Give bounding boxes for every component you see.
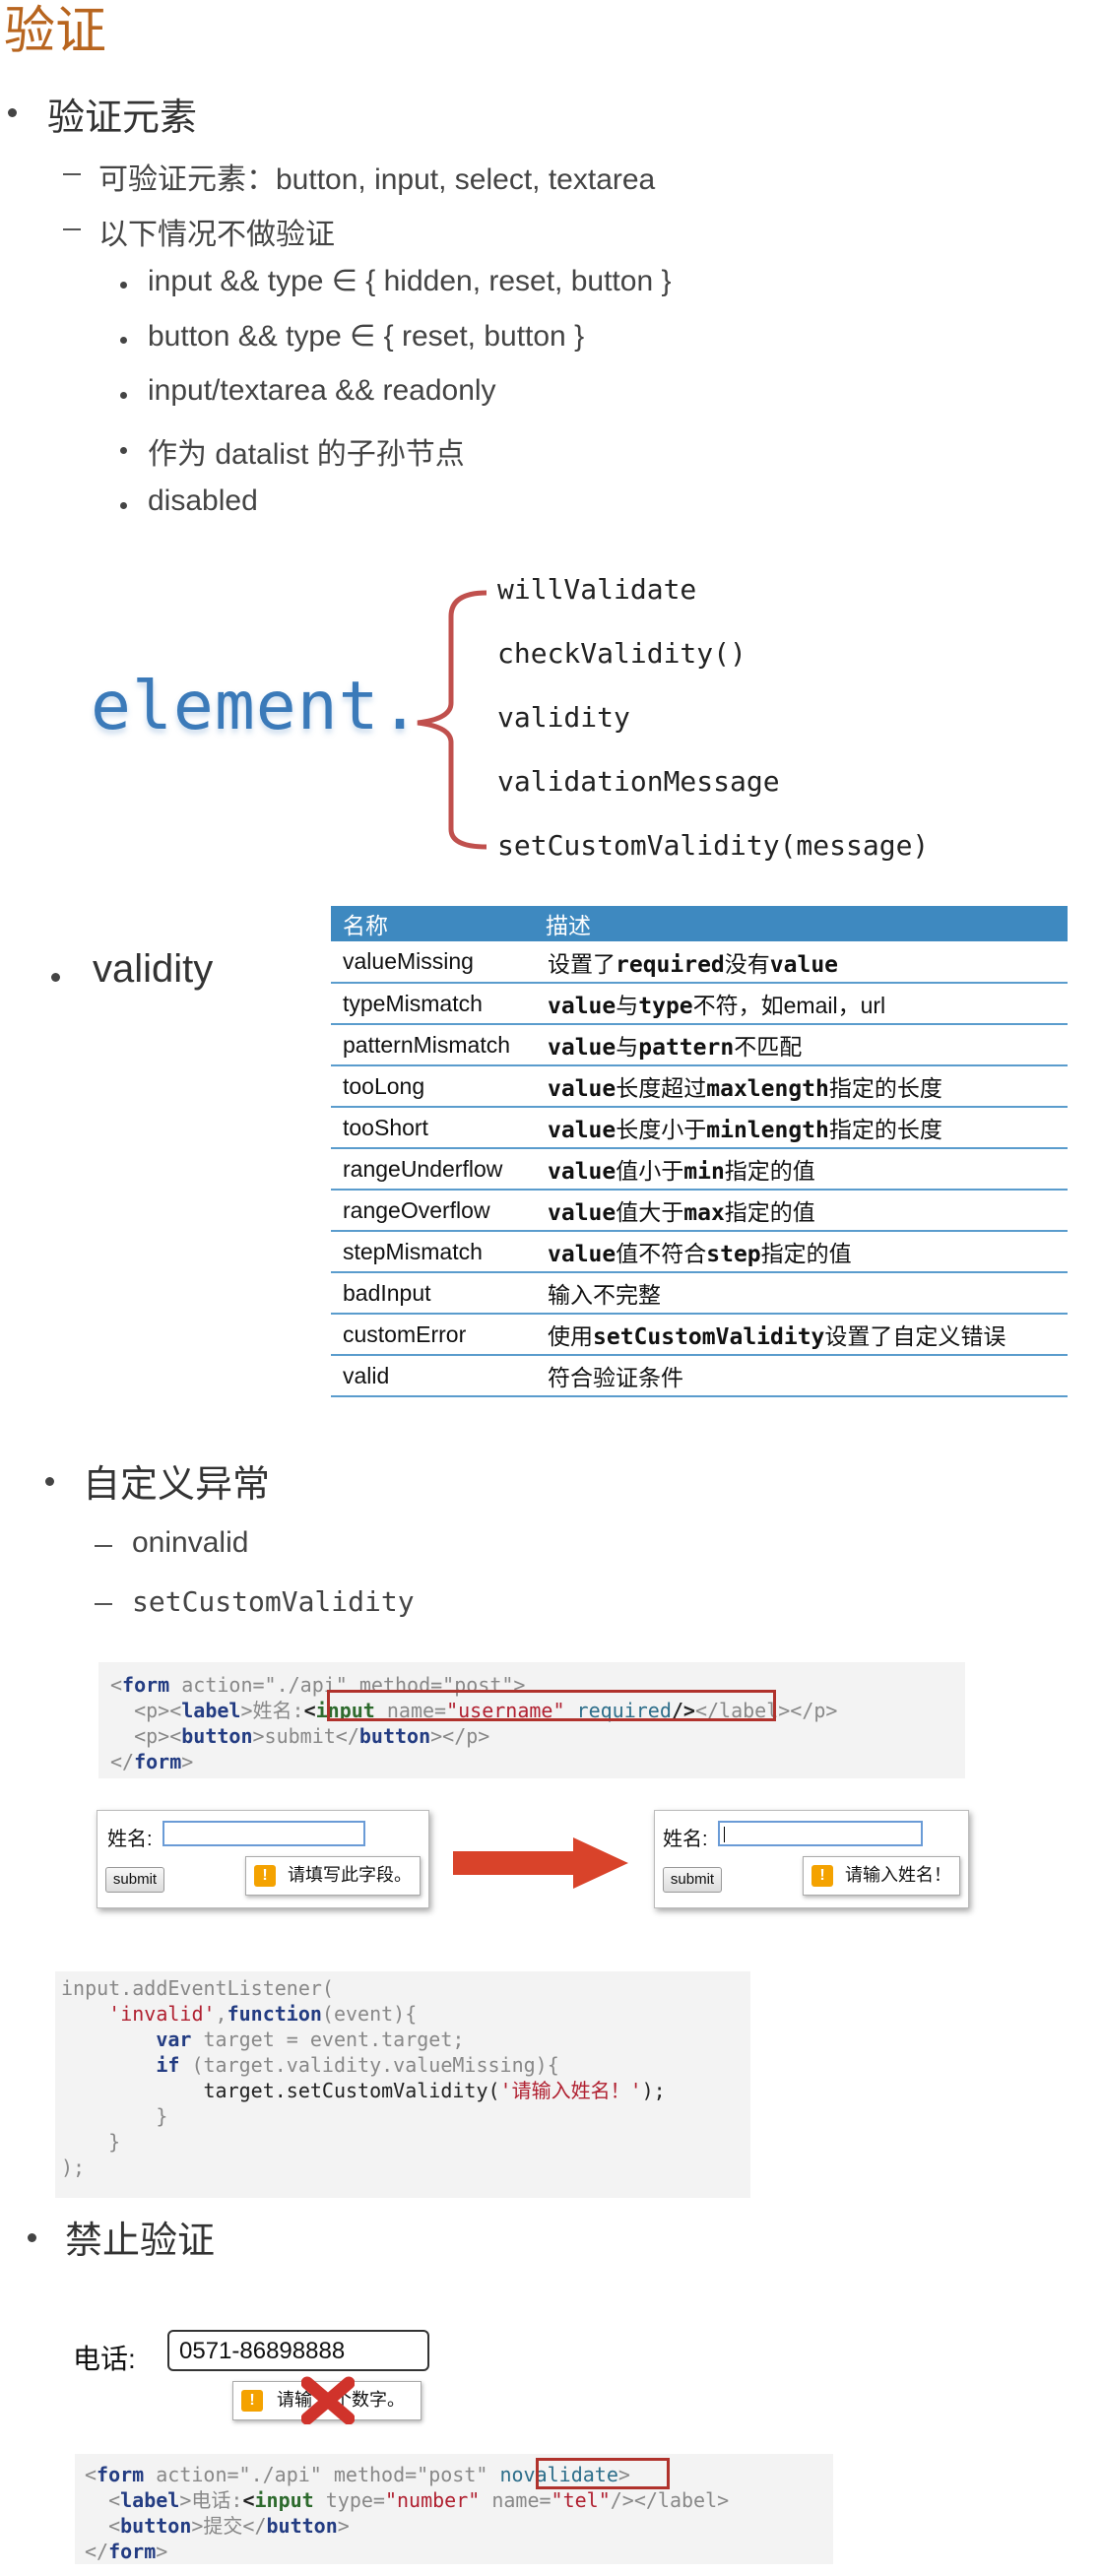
code-block-listener: input.addEventListener( 'invalid',functi… [55, 1971, 750, 2198]
warning-icon: ! [241, 2390, 263, 2412]
bullet [120, 502, 127, 509]
arrow-right-icon [453, 1837, 628, 1889]
brace-icon [417, 590, 487, 850]
column-header-description: 描述 [534, 906, 1068, 941]
list-item: oninvalid [132, 1526, 249, 1559]
code-block-novalidate: <form action="./api" method="post" noval… [75, 2454, 833, 2564]
validity-name-cell: tooShort [331, 1107, 534, 1149]
tooltip-text: 请输入姓名！ [845, 1865, 951, 1885]
element-prefix: element. [91, 668, 422, 745]
table-row: patternMismatch value与pattern不匹配 [331, 1024, 1068, 1066]
member-validation-message: validationMessage [497, 765, 780, 798]
bullet [120, 392, 127, 399]
table-row: customError 使用setCustomValidity设置了自定义错误 [331, 1314, 1068, 1356]
name-label: 姓名: [663, 1829, 708, 1850]
member-will-validate: willValidate [497, 573, 697, 606]
sub-list-item: input && type ∈ { hidden, reset, button … [148, 265, 672, 297]
tooltip-text: 请填写此字段。 [288, 1865, 412, 1885]
validity-description-cell: value长度小于minlength指定的长度 [534, 1107, 1068, 1149]
submit-button[interactable]: submit [105, 1867, 164, 1893]
validity-name-cell: rangeOverflow [331, 1190, 534, 1232]
table-row: valid 符合验证条件 [331, 1355, 1068, 1397]
validity-table: 名称 描述 valueMissing 设置了required没有value type… [331, 906, 1068, 1397]
validity-name-cell: patternMismatch [331, 1024, 534, 1066]
validity-description-cell: value长度超过maxlength指定的长度 [534, 1065, 1068, 1108]
section-heading-disable-validation: 禁止验证 [65, 2221, 216, 2262]
table-row: valueMissing 设置了required没有value [331, 941, 1068, 984]
name-label: 姓名: [107, 1829, 153, 1850]
validity-description-cell: value值小于min指定的值 [534, 1148, 1068, 1191]
validity-description-cell: 使用setCustomValidity设置了自定义错误 [534, 1314, 1068, 1356]
validity-description-cell: 输入不完整 [534, 1272, 1068, 1315]
validity-name-cell: tooLong [331, 1065, 534, 1108]
validation-tooltip: ! 请填写此字段。 [245, 1856, 421, 1896]
bullet [45, 1477, 54, 1486]
table-row: stepMismatch value值不符合step指定的值 [331, 1231, 1068, 1273]
section-heading-validation-elements: 验证元素 [47, 97, 198, 139]
bullet [120, 282, 127, 289]
table-row: rangeUnderflow value值小于min指定的值 [331, 1148, 1068, 1191]
sub-list-item: button && type ∈ { reset, button } [148, 320, 585, 353]
validity-name-cell: typeMismatch [331, 983, 534, 1025]
phone-input[interactable]: 0571-86898888 [167, 2330, 429, 2371]
sub-list-item: 作为 datalist 的子孙节点 [148, 438, 465, 471]
phone-label: 电话: [73, 2344, 136, 2374]
table-row: typeMismatch value与type不符，如email，url [331, 983, 1068, 1025]
warning-icon: ! [254, 1865, 276, 1887]
dash [63, 173, 81, 175]
validity-label: validity [93, 947, 214, 991]
bullet [51, 973, 60, 982]
validity-description-cell: value值不符合step指定的值 [534, 1231, 1068, 1273]
element-api-diagram: element. willValidate checkValidity() va… [39, 530, 995, 869]
table-header-row: 名称 描述 [331, 906, 1068, 941]
sub-list-item: disabled [148, 484, 258, 517]
validity-name-cell: customError [331, 1314, 534, 1356]
validity-name-cell: rangeUnderflow [331, 1148, 534, 1191]
validity-description-cell: value与type不符，如email，url [534, 983, 1068, 1025]
dash [63, 228, 81, 230]
list-item: setCustomValidity [132, 1585, 415, 1618]
browser-demo-before: 姓名: submit ! 请填写此字段。 [97, 1810, 429, 1908]
highlight-frame [536, 2458, 670, 2489]
sub-list-item: input/textarea && readonly [148, 374, 496, 407]
column-header-name: 名称 [331, 906, 534, 941]
validity-name-cell: valueMissing [331, 941, 534, 984]
table-row: rangeOverflow value值大于max指定的值 [331, 1190, 1068, 1232]
validity-description-cell: 设置了required没有value [534, 941, 1068, 984]
warning-icon: ! [811, 1865, 833, 1887]
list-item: 以下情况不做验证 [98, 219, 335, 251]
page-title: 验证 [4, 3, 107, 60]
table-row: tooShort value长度小于minlength指定的长度 [331, 1107, 1068, 1149]
browser-demo-after: 姓名: submit ! 请输入姓名！ [654, 1810, 969, 1908]
validity-description-cell: 符合验证条件 [534, 1355, 1068, 1397]
table-row: badInput 输入不完整 [331, 1272, 1068, 1315]
dash [95, 1603, 112, 1605]
member-set-custom-validity: setCustomValidity(message) [497, 829, 930, 862]
dash [95, 1545, 112, 1547]
bullet [8, 108, 17, 117]
text-caret [724, 1827, 725, 1842]
cross-icon [301, 2376, 355, 2424]
name-input[interactable] [718, 1821, 923, 1846]
validity-description-cell: value值大于max指定的值 [534, 1190, 1068, 1232]
section-heading-custom-error: 自定义异常 [83, 1464, 271, 1506]
validity-name-cell: badInput [331, 1272, 534, 1315]
name-input[interactable] [162, 1821, 365, 1846]
member-check-validity: checkValidity() [497, 637, 746, 670]
validity-name-cell: valid [331, 1355, 534, 1397]
submit-button[interactable]: submit [663, 1867, 722, 1893]
bullet [28, 2233, 36, 2242]
highlight-frame [327, 1690, 776, 1721]
validity-name-cell: stepMismatch [331, 1231, 534, 1273]
bullet [120, 447, 127, 454]
validity-description-cell: value与pattern不匹配 [534, 1024, 1068, 1066]
member-validity: validity [497, 701, 630, 734]
table-row: tooLong value长度超过maxlength指定的长度 [331, 1065, 1068, 1108]
bullet [120, 337, 127, 344]
validation-tooltip: ! 请输入姓名！ [803, 1856, 960, 1896]
list-item: 可验证元素：button, input, select, textarea [98, 163, 656, 196]
